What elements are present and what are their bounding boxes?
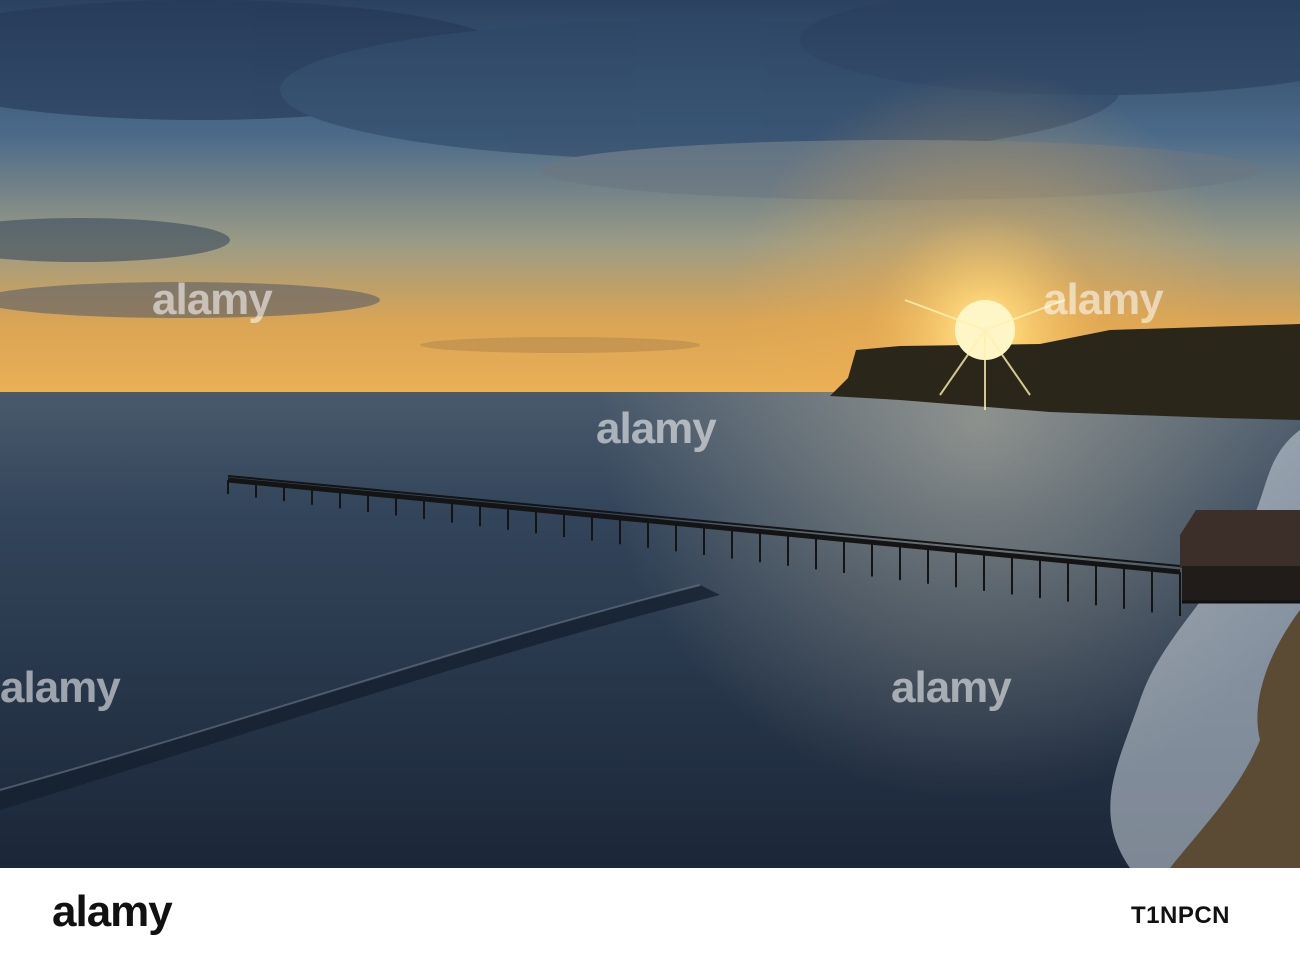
- photo: alamy alamy alamy alamy alamy: [0, 0, 1300, 868]
- pier-building: [1180, 510, 1300, 604]
- image-id: T1NPCN: [1130, 902, 1230, 929]
- footer-bar: alamy T1NPCN: [0, 868, 1300, 956]
- seascape-photo: [0, 0, 1300, 868]
- brand-logo: alamy: [52, 887, 173, 936]
